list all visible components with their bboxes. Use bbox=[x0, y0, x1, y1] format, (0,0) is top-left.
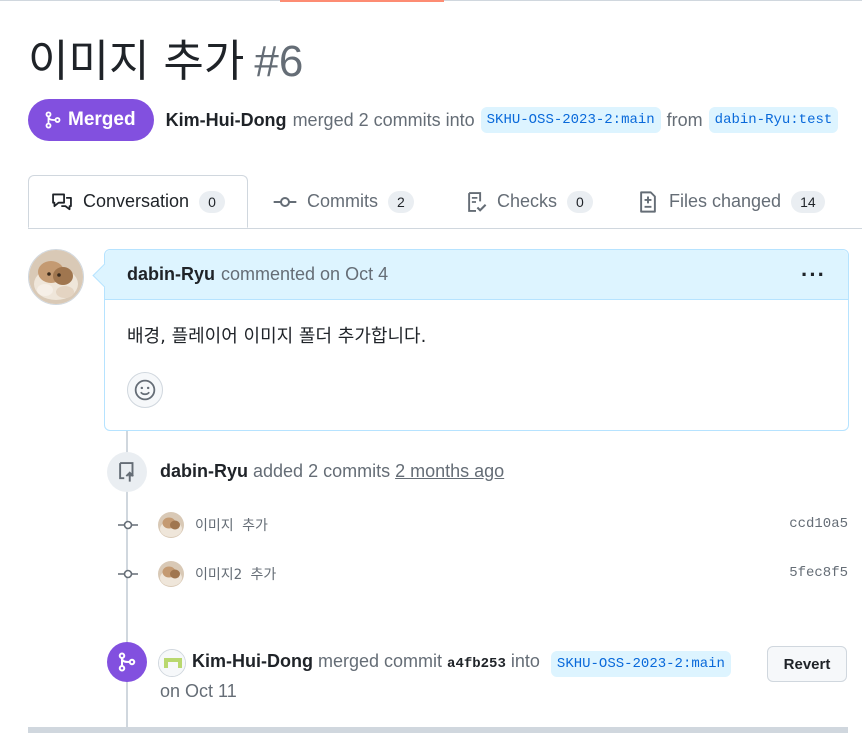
tab-counter: 2 bbox=[388, 190, 414, 213]
checklist-icon bbox=[468, 191, 487, 212]
tab-checks[interactable]: Checks 0 bbox=[465, 175, 593, 228]
merge-event-text: Kim-Hui-Dong merged commit a4fb253 into … bbox=[192, 651, 737, 677]
commit-sha-link[interactable]: ccd10a5 bbox=[789, 516, 848, 532]
add-reaction-button[interactable] bbox=[127, 372, 163, 408]
comment-author-link[interactable]: dabin-Ryu bbox=[127, 264, 215, 285]
merge-target-branch[interactable]: SKHU-OSS-2023-2:main bbox=[550, 651, 731, 677]
commits-action: added 2 commits bbox=[253, 461, 391, 481]
git-commit-icon bbox=[273, 196, 297, 207]
tab-label: Checks bbox=[497, 191, 558, 211]
list-item: 이미지 추가 ccd10a5 bbox=[110, 511, 848, 541]
commit-sha-link[interactable]: 5fec8f5 bbox=[789, 565, 848, 581]
merged-event-badge bbox=[107, 642, 147, 682]
git-commit-icon bbox=[118, 569, 138, 579]
tab-counter: 0 bbox=[199, 190, 225, 213]
pr-number: #6 bbox=[254, 37, 304, 86]
revert-button[interactable]: Revert bbox=[767, 646, 847, 682]
list-item: 이미지2 추가 5fec8f5 bbox=[110, 560, 848, 590]
tab-counter: 14 bbox=[791, 190, 825, 213]
avatar[interactable] bbox=[158, 512, 184, 538]
status-label: Merged bbox=[68, 109, 136, 130]
timeline-divider bbox=[28, 727, 848, 733]
comment-discussion-icon bbox=[52, 193, 72, 210]
comment-header: dabin-Ryu commented on Oct 4 ··· bbox=[92, 250, 848, 300]
commits-author-link[interactable]: dabin-Ryu bbox=[160, 461, 248, 481]
merge-into-text: into bbox=[510, 651, 540, 671]
avatar[interactable] bbox=[158, 561, 184, 587]
git-merge-icon bbox=[118, 652, 136, 672]
tab-files-changed[interactable]: Files changed 14 bbox=[637, 175, 825, 228]
commits-event-text: dabin-Ryu added 2 commits 2 months ago bbox=[160, 461, 504, 482]
comment-pointer bbox=[92, 263, 117, 288]
merge-date[interactable]: on Oct 11 bbox=[160, 681, 237, 702]
identicon-image bbox=[159, 650, 185, 676]
tab-counter: 0 bbox=[567, 190, 593, 213]
avatar[interactable] bbox=[28, 249, 84, 305]
avatar[interactable] bbox=[158, 649, 186, 677]
head-branch[interactable]: dabin-Ryu:test bbox=[708, 107, 839, 133]
smiley-icon bbox=[134, 379, 156, 401]
merge-action: merged commit bbox=[318, 651, 443, 671]
kebab-menu-icon[interactable]: ··· bbox=[801, 262, 826, 288]
comment-action[interactable]: commented on Oct 4 bbox=[221, 264, 388, 285]
commit-message-link[interactable]: 이미지2 추가 bbox=[195, 564, 276, 584]
tab-conversation[interactable]: Conversation 0 bbox=[28, 175, 248, 228]
cat-avatar-image bbox=[29, 250, 83, 304]
repo-push-event bbox=[107, 452, 147, 492]
commit-message-link[interactable]: 이미지 추가 bbox=[195, 515, 268, 535]
merge-author-link[interactable]: Kim-Hui-Dong bbox=[192, 651, 313, 671]
git-commit-icon bbox=[118, 520, 138, 530]
base-branch[interactable]: SKHU-OSS-2023-2:main bbox=[480, 107, 661, 133]
merge-sha-link[interactable]: a4fb253 bbox=[447, 656, 506, 672]
repo-push-icon bbox=[119, 462, 134, 482]
tab-commits[interactable]: Commits 2 bbox=[273, 175, 414, 228]
pr-meta: Merged Kim-Hui-Dong merged 2 commits int… bbox=[28, 99, 844, 141]
active-nav-indicator bbox=[280, 0, 444, 2]
tab-label: Commits bbox=[307, 191, 378, 211]
from-text: from bbox=[666, 109, 703, 130]
commits-time-link[interactable]: 2 months ago bbox=[395, 461, 504, 481]
comment-box: dabin-Ryu commented on Oct 4 ··· 배경, 플레이… bbox=[92, 249, 849, 431]
pr-title: 이미지 추가 bbox=[28, 36, 245, 87]
tab-label: Files changed bbox=[669, 191, 782, 211]
status-badge: Merged bbox=[28, 99, 154, 141]
page-title: 이미지 추가 #6 bbox=[28, 32, 303, 92]
pr-summary-text: merged 2 commits into bbox=[292, 109, 475, 130]
pr-author-link[interactable]: Kim-Hui-Dong bbox=[166, 110, 287, 131]
comment-body: 배경, 플레이어 이미지 폴더 추가합니다. bbox=[127, 326, 427, 347]
git-merge-icon bbox=[45, 111, 61, 129]
file-diff-icon bbox=[640, 190, 656, 213]
tab-label: Conversation bbox=[83, 191, 190, 211]
pr-tabs: Conversation 0 Commits 2 Checks 0 Files … bbox=[28, 175, 862, 229]
